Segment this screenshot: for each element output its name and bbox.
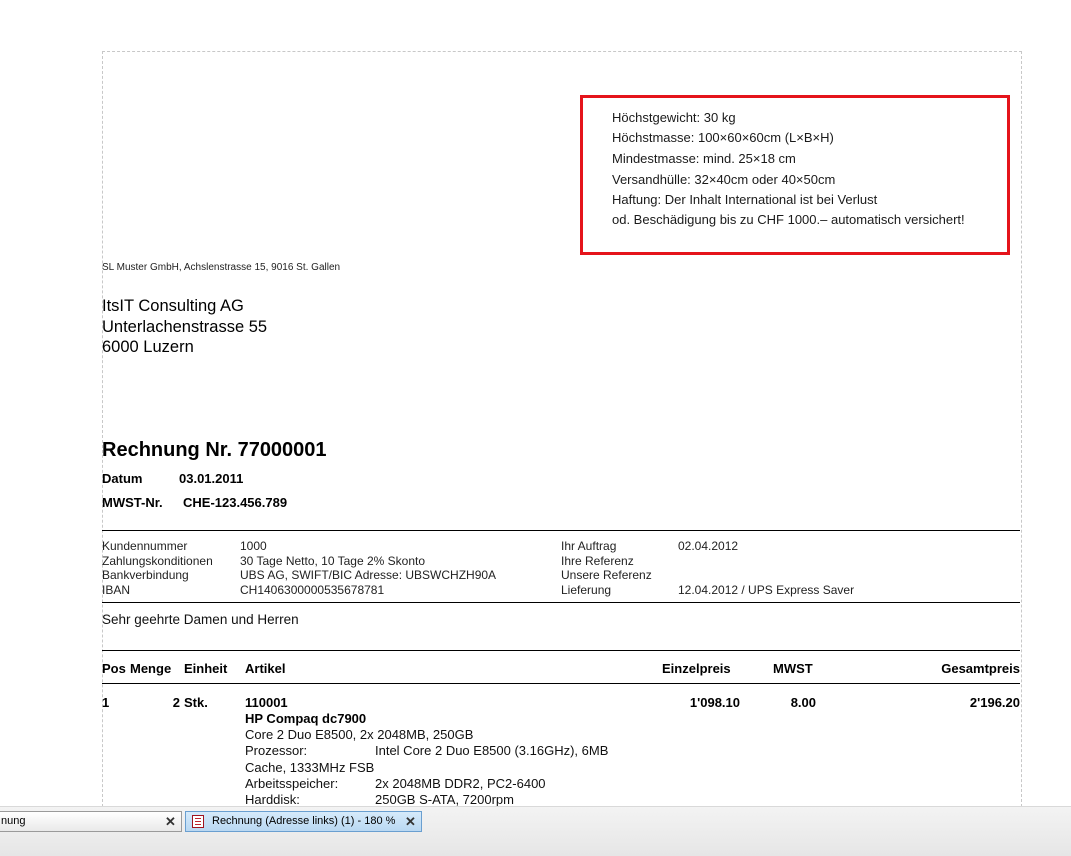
- row-desc-line: Core 2 Duo E8500, 2x 2048MB, 250GB: [245, 727, 474, 742]
- col-header-einzelpreis: Einzelpreis: [662, 661, 731, 676]
- close-icon[interactable]: ✕: [165, 812, 176, 831]
- info-label: Unsere Referenz: [561, 568, 652, 582]
- row-menge: 2: [172, 695, 180, 710]
- recipient-address: ItsIT Consulting AG Unterlachenstrasse 5…: [102, 296, 267, 358]
- row-einheit: Stk.: [184, 695, 208, 710]
- info-left-values: 1000 30 Tage Netto, 10 Tage 2% Skonto UB…: [240, 539, 496, 597]
- info-label: Zahlungskonditionen: [102, 553, 213, 568]
- row-spec-value: Intel Core 2 Duo E8500 (3.16GHz), 6MB: [375, 743, 609, 758]
- document-icon: [192, 815, 204, 828]
- info-value: 02.04.2012: [678, 539, 739, 553]
- info-right-labels: Ihr Auftrag Ihre Referenz Unsere Referen…: [561, 539, 652, 597]
- date-label: Datum: [102, 471, 143, 486]
- row-artikel-name: HP Compaq dc7900: [245, 711, 367, 726]
- col-header-menge: Menge: [130, 661, 172, 676]
- row-spec-value: 2x 2048MB DDR2, PC2-6400: [375, 776, 546, 791]
- divider: [102, 683, 1020, 684]
- divider: [102, 602, 1020, 603]
- document-tab-bar: nung ✕ Rechnung (Adresse links) (1) - 18…: [0, 806, 1071, 856]
- row-pos: 1: [102, 695, 110, 710]
- recipient-line: 6000 Luzern: [102, 338, 194, 356]
- shipping-notice-box: Höchstgewicht: 30 kg Höchstmasse: 100×60…: [580, 95, 1010, 255]
- notice-line: Höchstgewicht: 30 kg: [612, 110, 736, 125]
- info-value: 30 Tage Netto, 10 Tage 2% Skonto: [240, 553, 426, 568]
- tab-document-previous[interactable]: nung ✕: [0, 811, 182, 832]
- notice-line: Höchstmasse: 100×60×60cm (L×B×H): [612, 130, 834, 145]
- tab-document-active[interactable]: Rechnung (Adresse links) (1) - 180 % ✕: [185, 811, 422, 832]
- col-header-mwst: MWST: [773, 661, 813, 676]
- info-label: Ihre Referenz: [561, 553, 634, 568]
- row-spec-value: 250GB S-ATA, 7200rpm: [375, 792, 514, 807]
- info-label: Kundennummer: [102, 539, 188, 553]
- info-value: UBS AG, SWIFT/BIC Adresse: UBSWCHZH90A: [240, 568, 497, 582]
- row-spec-cont: Cache, 1333MHz FSB: [245, 760, 375, 775]
- recipient-line: ItsIT Consulting AG: [102, 297, 244, 315]
- sender-address-line: SL Muster GmbH, Achslenstrasse 15, 9016 …: [102, 262, 341, 273]
- info-value: 12.04.2012 / UPS Express Saver: [678, 582, 855, 597]
- tab-label: nung: [1, 815, 26, 827]
- info-value: [678, 568, 854, 583]
- col-header-gesamtpreis: Gesamtpreis: [941, 661, 1020, 676]
- tab-label: Rechnung (Adresse links) (1) - 180 %: [212, 815, 396, 827]
- info-label: Bankverbindung: [102, 568, 189, 582]
- info-value: 1000: [240, 539, 267, 553]
- row-spec-label: Harddisk:: [245, 792, 300, 807]
- row-spec-label: Arbeitsspeicher:: [245, 776, 339, 791]
- notice-line: Mindestmasse: mind. 25×18 cm: [612, 151, 796, 166]
- row-einzelpreis: 1'098.10: [689, 695, 740, 710]
- divider: [102, 650, 1020, 651]
- row-spec-label: Prozessor:: [245, 743, 308, 758]
- info-label: IBAN: [102, 582, 131, 597]
- info-left-labels: Kundennummer Zahlungskonditionen Bankver…: [102, 539, 213, 597]
- divider: [102, 530, 1020, 531]
- recipient-line: Unterlachenstrasse 55: [102, 317, 268, 336]
- close-icon[interactable]: ✕: [405, 812, 416, 831]
- col-header-artikel: Artikel: [245, 661, 286, 676]
- col-header-einheit: Einheit: [184, 661, 228, 676]
- vat-label: MWST-Nr.: [102, 495, 163, 510]
- col-header-pos: Pos: [102, 661, 126, 676]
- date-value: 03.01.2011: [179, 471, 244, 486]
- info-value: [678, 554, 854, 569]
- row-artikel-nr: 110001: [245, 695, 288, 710]
- notice-line: Haftung: Der Inhalt International ist be…: [612, 192, 878, 207]
- info-value: CH1406300000535678781: [240, 582, 385, 597]
- info-label: Ihr Auftrag: [561, 539, 617, 553]
- info-right-values: 02.04.2012 12.04.2012 / UPS Express Save…: [678, 539, 854, 597]
- greeting: Sehr geehrte Damen und Herren: [102, 612, 299, 627]
- invoice-title: Rechnung Nr. 77000001: [102, 439, 327, 461]
- info-label: Lieferung: [561, 582, 612, 597]
- row-gesamtpreis: 2'196.20: [969, 695, 1020, 710]
- notice-line: od. Beschädigung bis zu CHF 1000.– autom…: [612, 212, 965, 227]
- row-mwst: 8.00: [790, 695, 816, 710]
- notice-line: Versandhülle: 32×40cm oder 40×50cm: [612, 172, 836, 187]
- vat-value: CHE-123.456.789: [183, 495, 288, 510]
